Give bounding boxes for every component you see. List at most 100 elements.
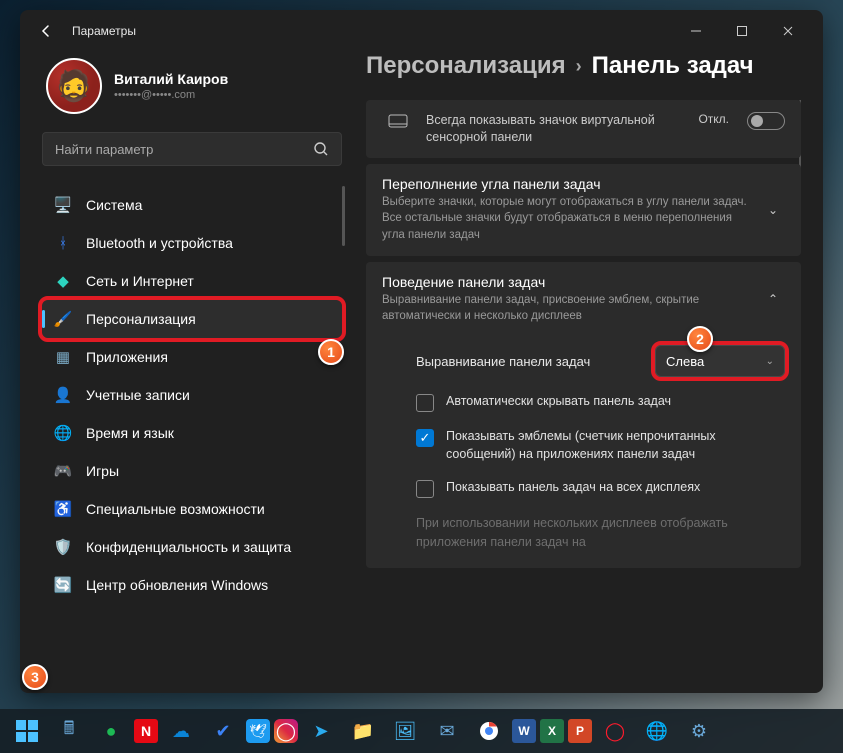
all-displays-checkbox[interactable] bbox=[416, 480, 434, 498]
search-box[interactable] bbox=[42, 132, 342, 166]
gaming-icon: 🎮 bbox=[54, 462, 72, 480]
sidebar-scrollbar[interactable] bbox=[342, 186, 345, 246]
sidebar-item-label: Время и язык bbox=[86, 425, 174, 441]
sidebar-item-label: Учетные записи bbox=[86, 387, 190, 403]
taskbar-settings[interactable]: ⚙ bbox=[680, 712, 718, 750]
titlebar: Параметры bbox=[20, 10, 823, 52]
user-name: Виталий Каиров bbox=[114, 71, 228, 87]
behavior-card[interactable]: Поведение панели задач Выравнивание пане… bbox=[366, 262, 801, 337]
overflow-desc: Выберите значки, которые могут отображат… bbox=[382, 194, 749, 244]
sidebar-item-label: Игры bbox=[86, 463, 119, 479]
chevron-up-icon[interactable]: ⌃ bbox=[761, 274, 785, 325]
avatar: 🧔 bbox=[46, 58, 102, 114]
auto-hide-row[interactable]: Автоматически скрывать панель задач bbox=[382, 393, 785, 412]
all-displays-row[interactable]: Показывать панель задач на всех дисплеях bbox=[382, 479, 785, 498]
show-badges-checkbox[interactable]: ✓ bbox=[416, 429, 434, 447]
show-badges-row[interactable]: ✓ Показывать эмблемы (счетчик непрочитан… bbox=[382, 428, 785, 463]
all-displays-label: Показывать панель задач на всех дисплеях bbox=[446, 479, 700, 497]
annotation-badge-1: 1 bbox=[318, 339, 344, 365]
auto-hide-checkbox[interactable] bbox=[416, 394, 434, 412]
sidebar-item-accessibility[interactable]: ♿ Специальные возможности bbox=[42, 490, 342, 528]
chevron-right-icon: › bbox=[576, 56, 582, 77]
sidebar-item-update[interactable]: 🔄 Центр обновления Windows bbox=[42, 566, 342, 604]
sidebar-item-personalization[interactable]: 🖌️ Персонализация bbox=[42, 300, 342, 338]
behavior-sub-panel: Выравнивание панели задач Слева ⌄ Автома… bbox=[366, 337, 801, 568]
auto-hide-label: Автоматически скрывать панель задач bbox=[446, 393, 671, 411]
breadcrumb: Персонализация › Панель задач bbox=[366, 52, 801, 80]
alignment-label: Выравнивание панели задач bbox=[382, 354, 641, 369]
touchpad-switch[interactable] bbox=[747, 112, 785, 130]
sidebar-item-label: Специальные возможности bbox=[86, 501, 265, 517]
show-badges-label: Показывать эмблемы (счетчик непрочитанны… bbox=[446, 428, 785, 463]
alignment-select[interactable]: Слева ⌄ bbox=[655, 345, 785, 377]
taskbar-chrome[interactable] bbox=[470, 712, 508, 750]
behavior-title: Поведение панели задач bbox=[382, 274, 749, 290]
taskbar-calculator[interactable]: 🖩 bbox=[50, 712, 88, 750]
sidebar-item-bluetooth[interactable]: ᚼ Bluetooth и устройства bbox=[42, 224, 342, 262]
update-icon: 🔄 bbox=[54, 576, 72, 594]
chevron-down-icon[interactable]: ⌄ bbox=[761, 176, 785, 244]
sidebar-item-system[interactable]: 🖥️ Система bbox=[42, 186, 342, 224]
taskbar-onedrive[interactable]: ☁ bbox=[162, 712, 200, 750]
nav-list: 🖥️ Система ᚼ Bluetooth и устройства ◆ Се… bbox=[42, 186, 342, 671]
sidebar-item-label: Приложения bbox=[86, 349, 168, 365]
touchpad-icon bbox=[382, 112, 414, 130]
alignment-value: Слева bbox=[666, 354, 704, 369]
time-lang-icon: 🌐 bbox=[54, 424, 72, 442]
search-input[interactable] bbox=[55, 142, 313, 157]
sidebar-item-apps[interactable]: ▦ Приложения bbox=[42, 338, 342, 376]
sidebar-item-label: Центр обновления Windows bbox=[86, 577, 268, 593]
close-button[interactable] bbox=[765, 11, 811, 51]
taskbar-word[interactable]: W bbox=[512, 719, 536, 743]
chevron-down-icon: ⌄ bbox=[766, 356, 774, 367]
personalization-icon: 🖌️ bbox=[54, 310, 72, 328]
taskbar-excel[interactable]: X bbox=[540, 719, 564, 743]
accounts-icon: 👤 bbox=[54, 386, 72, 404]
sidebar-item-gaming[interactable]: 🎮 Игры bbox=[42, 452, 342, 490]
taskbar-todo[interactable]: ✔ bbox=[204, 712, 242, 750]
sidebar-item-label: Персонализация bbox=[86, 311, 196, 327]
annotation-badge-2: 2 bbox=[687, 326, 713, 352]
behavior-desc: Выравнивание панели задач, присвоение эм… bbox=[382, 292, 749, 325]
minimize-button[interactable] bbox=[673, 11, 719, 51]
taskbar: 🖩 ● N ☁ ✔ 🕊 ◯ ➤ 📁 🖼 ✉ W X P ◯ 🌐 ⚙ bbox=[0, 709, 843, 753]
taskbar-telegram[interactable]: ➤ bbox=[302, 712, 340, 750]
sidebar-item-label: Конфиденциальность и защита bbox=[86, 539, 291, 555]
taskbar-explorer[interactable]: 📁 bbox=[344, 712, 382, 750]
system-icon: 🖥️ bbox=[54, 196, 72, 214]
annotation-badge-3: 3 bbox=[22, 664, 48, 690]
taskbar-mail[interactable]: ✉ bbox=[428, 712, 466, 750]
touchpad-icon-card[interactable]: Всегда показывать значок виртуальной сен… bbox=[366, 100, 801, 158]
taskbar-netflix[interactable]: N bbox=[134, 719, 158, 743]
taskbar-photos[interactable]: 🖼 bbox=[386, 712, 424, 750]
sidebar-item-label: Bluetooth и устройства bbox=[86, 235, 233, 251]
taskbar-edge[interactable]: 🌐 bbox=[638, 712, 676, 750]
taskbar-instagram[interactable]: ◯ bbox=[274, 719, 298, 743]
taskbar-opera[interactable]: ◯ bbox=[596, 712, 634, 750]
accessibility-icon: ♿ bbox=[54, 500, 72, 518]
sidebar-item-network[interactable]: ◆ Сеть и Интернет bbox=[42, 262, 342, 300]
sidebar-item-label: Система bbox=[86, 197, 142, 213]
sidebar-item-accounts[interactable]: 👤 Учетные записи bbox=[42, 376, 342, 414]
main-panel: Персонализация › Панель задач Всегда пок… bbox=[366, 52, 801, 671]
toggle-state: Откл. bbox=[698, 112, 729, 126]
taskbar-twitter[interactable]: 🕊 bbox=[246, 719, 270, 743]
bluetooth-icon: ᚼ bbox=[54, 234, 72, 252]
sidebar-item-time-lang[interactable]: 🌐 Время и язык bbox=[42, 414, 342, 452]
maximize-button[interactable] bbox=[719, 11, 765, 51]
user-block[interactable]: 🧔 Виталий Каиров •••••••@•••••.com bbox=[42, 52, 342, 132]
privacy-icon: 🛡️ bbox=[54, 538, 72, 556]
sidebar-item-label: Сеть и Интернет bbox=[86, 273, 194, 289]
alignment-row: Выравнивание панели задач Слева ⌄ bbox=[382, 345, 785, 377]
overflow-card[interactable]: Переполнение угла панели задач Выберите … bbox=[366, 164, 801, 256]
sidebar-item-privacy[interactable]: 🛡️ Конфиденциальность и защита bbox=[42, 528, 342, 566]
user-email: •••••••@•••••.com bbox=[114, 89, 228, 101]
overflow-title: Переполнение угла панели задач bbox=[382, 176, 749, 192]
breadcrumb-parent[interactable]: Персонализация bbox=[366, 52, 566, 80]
taskbar-powerpoint[interactable]: P bbox=[568, 719, 592, 743]
back-button[interactable] bbox=[32, 17, 60, 45]
start-button[interactable] bbox=[8, 712, 46, 750]
taskbar-spotify[interactable]: ● bbox=[92, 712, 130, 750]
window-title: Параметры bbox=[72, 24, 136, 38]
multi-display-note: При использовании нескольких дисплеев от… bbox=[382, 514, 785, 552]
